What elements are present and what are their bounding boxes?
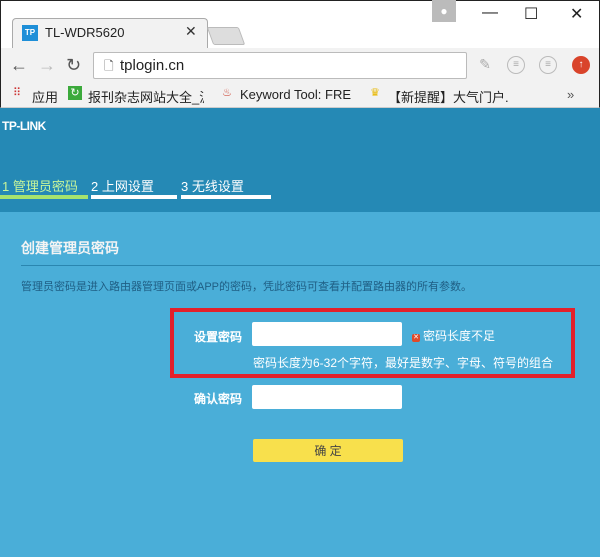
step-wireless-settings: 3 无线设置 [181,179,244,194]
more-bookmarks-icon[interactable]: » [567,87,574,102]
password-input[interactable] [252,322,402,346]
page-icon: 🗋 [104,59,114,73]
page-title: 创建管理员密码 [21,240,119,256]
bookmark-item[interactable]: 报刊杂志网站大全_沪 [88,87,204,106]
new-tab-button[interactable] [206,27,246,45]
password-label: 设置密码 [194,330,243,344]
forward-icon[interactable]: → [38,55,56,76]
back-icon[interactable]: ← [10,55,28,76]
step-progress [181,195,271,199]
description: 管理员密码是进入路由器管理页面或APP的密码，凭此密码可查看并配置路由器的所有参… [21,281,473,293]
extension-upload-icon[interactable]: ↑ [572,56,590,74]
apps-grid-icon: ⠿ [12,87,22,99]
profile-icon[interactable]: ● [432,0,456,22]
extension-icon[interactable]: ✎ [476,56,494,74]
bookmark-item[interactable]: Keyword Tool: FREE [240,87,352,102]
step-admin-password: 1 管理员密码 [2,179,78,194]
confirm-password-label: 确认密码 [194,392,243,406]
refresh-green-icon: ↻ [68,86,82,100]
bookmark-item[interactable]: 应用 [32,87,58,106]
reload-icon[interactable]: ↻ [66,55,81,76]
bookmark-item[interactable]: 【新提醒】大气门户. [388,87,509,106]
minimize-icon[interactable]: — [482,4,498,22]
router-header [0,108,600,212]
error-icon: ✕ [412,334,420,342]
extension-icon[interactable]: ≡ [539,56,557,74]
tab-close-icon[interactable]: ✕ [185,23,197,40]
confirm-password-input[interactable] [252,385,402,409]
extension-icon[interactable]: ≡ [507,56,525,74]
password-hint: 密码长度为6-32个字符，最好是数字、字母、符号的组合 [253,356,554,370]
error-text: 密码长度不足 [423,329,496,343]
step-progress-active [0,195,88,199]
step-internet-settings: 2 上网设置 [91,179,154,194]
flame-icon: ♨ [222,87,232,99]
favicon-icon: TP [22,25,38,41]
divider [21,265,600,266]
maximize-icon[interactable]: ☐ [524,4,538,24]
confirm-button[interactable]: 确 定 [253,439,403,462]
trophy-icon: ♛ [370,87,380,99]
tp-link-logo: TP-LINK [2,119,46,133]
url-text[interactable]: tplogin.cn [120,57,184,74]
step-progress [91,195,177,199]
close-window-icon[interactable]: ✕ [570,4,583,24]
tab-title[interactable]: TL-WDR5620 [45,25,124,40]
error-message: ✕ 密码长度不足 [412,327,495,344]
